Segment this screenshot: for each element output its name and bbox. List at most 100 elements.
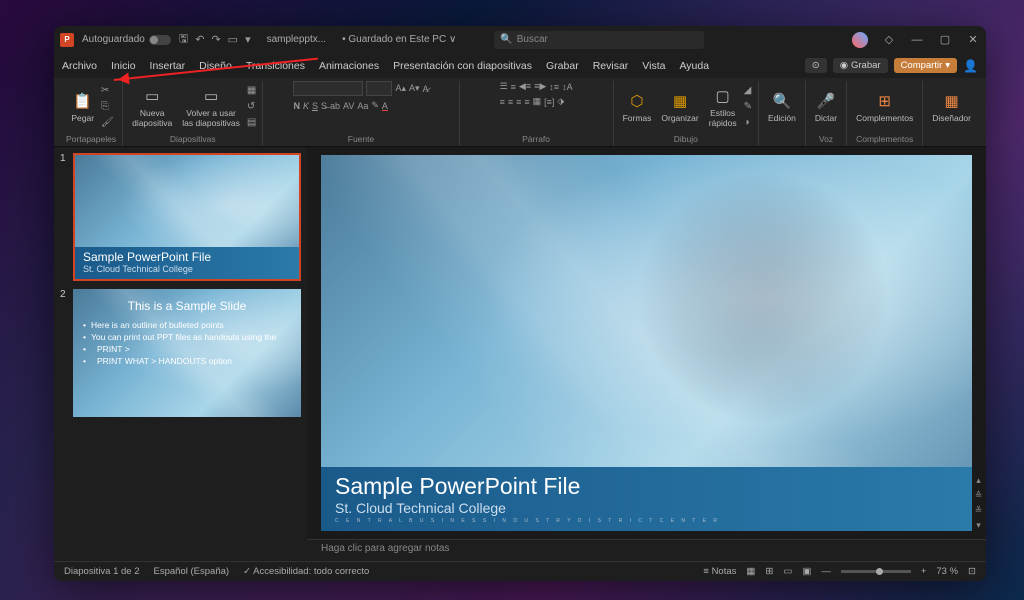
increase-font-icon[interactable]: A▴: [395, 83, 406, 94]
filename[interactable]: samplepptx...: [267, 34, 326, 45]
accessibility-status[interactable]: ✓ Accesibilidad: todo correcto: [243, 566, 369, 577]
tab-archivo[interactable]: Archivo: [62, 60, 97, 72]
zoom-level[interactable]: 73 %: [936, 566, 958, 577]
align-right-icon[interactable]: ≡: [516, 97, 521, 107]
section-icon[interactable]: ▤: [247, 117, 256, 128]
case-icon[interactable]: Aa: [357, 101, 368, 111]
zoom-in-icon[interactable]: +: [921, 566, 927, 577]
saved-status[interactable]: • Guardado en Este PC ∨: [342, 34, 456, 45]
view-reading-icon[interactable]: ▭: [783, 566, 792, 577]
shapes-button[interactable]: ⬡Formas: [620, 89, 655, 125]
align-left-icon[interactable]: ≡: [500, 97, 505, 107]
zoom-out-icon[interactable]: —: [821, 566, 831, 577]
autosave: Autoguardado: [82, 34, 171, 45]
slide-thumbnail-1[interactable]: Sample PowerPoint File St. Cloud Technic…: [73, 153, 301, 281]
reuse-slides-button[interactable]: ▭Volver a usar las diapositivas: [179, 84, 243, 130]
language-status[interactable]: Español (España): [154, 566, 230, 577]
view-normal-icon[interactable]: ▦: [746, 566, 755, 577]
columns-icon[interactable]: ▦: [533, 96, 542, 107]
shadow-icon[interactable]: ab: [330, 101, 340, 111]
editing-button[interactable]: 🔍Edición: [765, 89, 799, 125]
record-button[interactable]: ◉ Grabar: [833, 58, 888, 73]
scroll-down-icon[interactable]: ≚: [975, 505, 983, 516]
line-spacing-icon[interactable]: ↕≡: [549, 82, 559, 92]
undo-icon[interactable]: ↶: [195, 33, 204, 46]
paste-button[interactable]: 📋Pegar: [68, 89, 97, 125]
shape-effects-icon[interactable]: ◑: [744, 117, 752, 128]
align-center-icon[interactable]: ≡: [508, 97, 513, 107]
redo-icon[interactable]: ↷: [211, 33, 220, 46]
fit-window-icon[interactable]: ⊡: [968, 566, 976, 577]
slideshow-icon[interactable]: ▭: [228, 33, 238, 46]
addins-button[interactable]: ⊞Complementos: [853, 89, 916, 125]
align-text-icon[interactable]: [≡]: [544, 97, 554, 107]
save-icon[interactable]: 🖫: [179, 30, 188, 49]
tab-ayuda[interactable]: Ayuda: [679, 60, 709, 72]
prev-slide-icon[interactable]: ▴: [976, 475, 981, 486]
bold-icon[interactable]: N: [293, 101, 300, 111]
dictate-button[interactable]: 🎤Dictar: [812, 89, 840, 125]
quick-styles-button[interactable]: ▢Estilos rápidos: [706, 84, 740, 130]
italic-icon[interactable]: K: [303, 101, 309, 111]
slide-thumbnail-2[interactable]: This is a Sample Slide Here is an outlin…: [73, 289, 301, 417]
tab-insertar[interactable]: Insertar: [150, 60, 186, 72]
share-button[interactable]: Compartir ▾: [894, 58, 957, 73]
minimize-icon[interactable]: —: [910, 34, 924, 46]
highlight-icon[interactable]: ✎: [371, 100, 379, 111]
tab-vista[interactable]: Vista: [642, 60, 665, 72]
strikethrough-icon[interactable]: S̶: [321, 101, 327, 111]
spacing-icon[interactable]: AV: [343, 101, 354, 111]
copy-icon[interactable]: ⎘: [101, 101, 114, 112]
indent-left-icon[interactable]: ◀≡: [519, 81, 531, 92]
shape-outline-icon[interactable]: ✎: [744, 101, 752, 112]
bullets-icon[interactable]: ☰: [500, 81, 508, 92]
arrange-button[interactable]: ▦Organizar: [658, 89, 701, 125]
comments-icon[interactable]: 👤: [963, 59, 978, 73]
numbering-icon[interactable]: ≡: [511, 82, 516, 92]
clear-format-icon[interactable]: A̷: [423, 84, 429, 94]
indent-right-icon[interactable]: ≡▶: [534, 81, 546, 92]
search-input[interactable]: 🔍 Buscar: [494, 31, 704, 49]
font-size-input[interactable]: [366, 81, 392, 96]
autosave-toggle[interactable]: [149, 35, 171, 45]
text-direction-icon[interactable]: ↕A: [562, 82, 573, 92]
designer-button[interactable]: ▦Diseñador: [929, 89, 974, 125]
font-family-input[interactable]: [293, 81, 363, 96]
justify-icon[interactable]: ≡: [524, 97, 529, 107]
slide-footer-text: C E N T R A L B U S I N E S S I N D U S …: [335, 518, 958, 524]
layout-icon[interactable]: ▦: [247, 85, 256, 96]
view-slideshow-icon[interactable]: ▣: [802, 566, 811, 577]
decrease-font-icon[interactable]: A▾: [409, 83, 420, 94]
autosave-label: Autoguardado: [82, 34, 145, 45]
tab-animaciones[interactable]: Animaciones: [319, 60, 379, 72]
reset-icon[interactable]: ↺: [247, 101, 256, 112]
scroll-up-icon[interactable]: ≙: [975, 490, 983, 501]
main-area: 1 Sample PowerPoint File St. Cloud Techn…: [54, 147, 986, 561]
tab-revisar[interactable]: Revisar: [593, 60, 629, 72]
font-color-icon[interactable]: A: [382, 101, 388, 111]
slide-count[interactable]: Diapositiva 1 de 2: [64, 566, 140, 577]
notes-placeholder[interactable]: Haga clic para agregar notas: [307, 539, 986, 561]
underline-icon[interactable]: S: [312, 101, 318, 111]
current-slide[interactable]: Sample PowerPoint File St. Cloud Technic…: [321, 155, 972, 531]
slide-number: 2: [60, 289, 68, 417]
tab-presentacion[interactable]: Presentación con diapositivas: [393, 60, 532, 72]
view-sorter-icon[interactable]: ⊞: [765, 566, 773, 577]
smartart-icon[interactable]: ⬗: [557, 96, 564, 107]
qat-dropdown-icon[interactable]: ▾: [245, 33, 251, 46]
tab-grabar[interactable]: Grabar: [546, 60, 579, 72]
notes-toggle[interactable]: ≡ Notas: [703, 566, 736, 577]
cut-icon[interactable]: ✂: [101, 85, 114, 96]
maximize-icon[interactable]: ▢: [938, 33, 952, 46]
new-slide-button[interactable]: ▭Nueva diapositiva: [129, 84, 175, 130]
catch-up-button[interactable]: ⊙: [805, 58, 827, 73]
close-icon[interactable]: ✕: [966, 33, 980, 46]
thumbnail-row: 2 This is a Sample Slide Here is an outl…: [60, 289, 301, 417]
shape-fill-icon[interactable]: ◢: [744, 85, 752, 96]
zoom-slider[interactable]: [841, 570, 911, 573]
format-painter-icon[interactable]: 🖌: [101, 117, 114, 128]
user-avatar[interactable]: [852, 32, 868, 48]
tab-inicio[interactable]: Inicio: [111, 60, 136, 72]
next-slide-icon[interactable]: ▾: [976, 520, 981, 531]
coming-soon-icon[interactable]: ◇: [882, 33, 896, 46]
